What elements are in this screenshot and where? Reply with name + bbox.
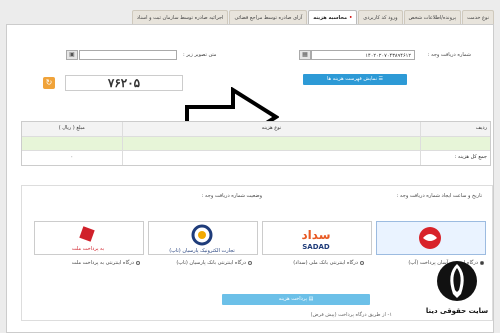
asanpardakht-logo-icon — [419, 227, 441, 249]
receipt-number-input[interactable]: ۱۴۰۲۰۲۰۷۰۴۳۸۹۴۶۱۲ — [311, 50, 415, 60]
header-amount: مبلغ ( ریال ) — [58, 125, 85, 131]
receipt-number-label: شماره دریافت وجه : — [427, 52, 471, 58]
table-row-empty — [22, 137, 490, 151]
total-value: ۰ — [70, 154, 74, 160]
captcha-label: متن تصویر زیر : — [183, 52, 217, 58]
tab-service-type[interactable]: نوع خدمت — [462, 10, 494, 24]
gateway-card-parsian[interactable]: تجارت الکترونیک پارسیان (تاپ) — [148, 221, 258, 255]
image-icon[interactable]: ▣ — [66, 50, 78, 60]
tab-registry-enforcement[interactable]: اجرائیه صادره توسط سازمان ثبت و اسناد — [131, 10, 229, 24]
total-label: جمع کل هزینه : — [420, 151, 490, 165]
fee-table: ردیف نوع هزینه مبلغ ( ریال ) جمع کل هزین… — [21, 121, 491, 166]
tab-code-entry[interactable]: ورود کد کاربردی — [358, 10, 403, 24]
svg-text:به پرداخت ملت: به پرداخت ملت — [72, 246, 104, 252]
pay-fee-button[interactable]: ▤ پرداخت هزینه — [222, 294, 370, 305]
tab-person-info[interactable]: پرونده/اطلاعات شخص — [403, 10, 462, 24]
watermark-text: سایت حقوقی دینا — [425, 307, 489, 315]
radio-parsian[interactable]: درگاه اینترنتی بانک پارسیان (تاپ) — [176, 260, 252, 266]
status-label: وضعیت شماره دریافت وجه : — [201, 193, 262, 199]
gateway-card-sadad[interactable]: سداد SADAD — [262, 221, 372, 255]
tab-judicial-orders[interactable]: آزای صادره توسط مراجع قضائی — [229, 10, 308, 24]
list-icon: ☰ — [376, 76, 384, 82]
header-row-number: ردیف — [420, 122, 490, 136]
captcha-input[interactable] — [79, 50, 177, 60]
header-fee-type: نوع هزینه — [121, 122, 421, 136]
refresh-icon[interactable]: ↻ — [43, 77, 55, 89]
calendar-icon[interactable]: ▦ — [299, 50, 311, 60]
gateway-card-mellat[interactable]: به پرداخت ملت — [34, 221, 144, 255]
mellat-logo-icon: به پرداخت ملت — [72, 226, 104, 252]
show-fees-button[interactable]: ☰ نمایش فهرست هزینه ها — [303, 74, 407, 85]
svg-text:SADAD: SADAD — [302, 243, 330, 251]
payment-footnote: ۱- از طریق درگاه پرداخت (پیش فرض) — [310, 312, 392, 318]
sadad-logo-icon: سداد SADAD — [301, 228, 330, 251]
datetime-label: تاریخ و ساعت ایجاد شماره دریافت وجه : — [396, 193, 482, 199]
tab-bar: نوع خدمت پرونده/اطلاعات شخص ورود کد کارب… — [6, 10, 494, 24]
parsian-logo-icon: تجارت الکترونیک پارسیان (تاپ) — [169, 224, 235, 254]
card-icon: ▤ — [307, 296, 314, 302]
tab-fee-calculation[interactable]: •محاسبه هزینه — [308, 10, 358, 24]
svg-text:سداد: سداد — [301, 228, 330, 242]
captcha-image: ۷۶۲۰۵ — [65, 75, 183, 91]
dina-logo-icon — [437, 261, 477, 301]
table-header-row: ردیف نوع هزینه مبلغ ( ریال ) — [22, 122, 490, 137]
gateway-card-asanpardakht[interactable] — [376, 221, 486, 255]
radio-sadad[interactable]: درگاه اینترنتی بانک ملی (سداد) — [293, 260, 364, 266]
svg-text:تجارت الکترونیک پارسیان (تاپ): تجارت الکترونیک پارسیان (تاپ) — [169, 248, 235, 254]
radio-mellat[interactable]: درگاه اینترنتی به پرداخت ملت — [72, 260, 140, 266]
table-total-row: جمع کل هزینه : ۰ — [22, 151, 490, 165]
